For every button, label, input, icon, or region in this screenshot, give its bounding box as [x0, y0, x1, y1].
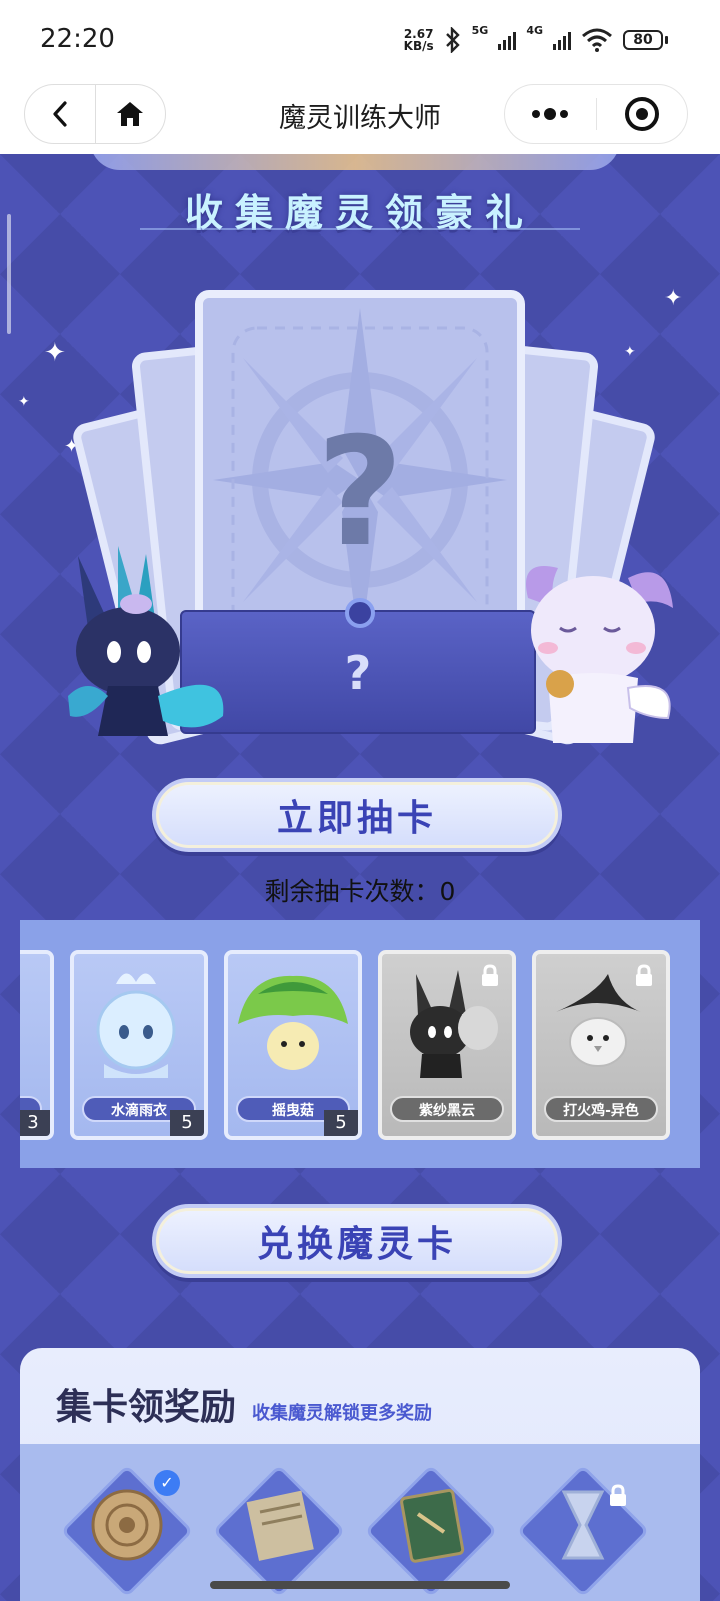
battery-icon: 80: [623, 30, 668, 50]
collection-card[interactable]: 水滴雨衣 5: [70, 950, 208, 1140]
exchange-card-button[interactable]: 兑换魔灵卡: [152, 1204, 562, 1278]
collection-card-count: 5: [170, 1110, 204, 1136]
card-collection-strip[interactable]: 3 水滴雨衣 5 摇曳菇 5 紫纱黑云 打火鸡-异色: [20, 920, 700, 1168]
banner-logo-art: [90, 154, 620, 170]
more-button[interactable]: [505, 85, 596, 143]
collection-card-locked[interactable]: 打火鸡-异色: [532, 950, 670, 1140]
collection-card-count: 3: [20, 1110, 50, 1136]
nav-capsule-right: [504, 84, 688, 144]
raindrop-creature-illustration: [96, 973, 176, 1078]
sparkle-icon: ✦: [18, 394, 30, 410]
card-question-mark: ?: [316, 406, 404, 580]
remaining-draws-count: 0: [439, 877, 456, 906]
rewards-title: 集卡领奖励: [56, 1387, 237, 1428]
home-indicator[interactable]: [210, 1581, 510, 1589]
signal-icon: [553, 30, 571, 50]
envelope-seal: [345, 598, 375, 628]
draw-card-button[interactable]: 立即抽卡: [152, 778, 562, 852]
signal-icon: [498, 30, 517, 50]
signal-5g-label: 5G: [471, 24, 489, 37]
target-icon: [624, 97, 659, 131]
remaining-draws: 剩余抽卡次数：0: [0, 872, 720, 908]
wifi-icon: [582, 28, 612, 52]
collection-card[interactable]: 摇曳菇 5: [224, 950, 362, 1140]
banner-divider: [140, 228, 580, 230]
page-content[interactable]: 收集魔灵领豪礼 ✦ ✦ ✦ ✦ ✦ ✦ ? ?: [0, 154, 720, 1601]
lock-icon: [636, 964, 652, 986]
more-icon: [532, 108, 569, 120]
sparkle-icon: ✦: [624, 344, 636, 360]
dark-fox-creature-illustration: [68, 546, 224, 736]
book-icon: [400, 1488, 465, 1563]
network-speed: 2.67 KB/s: [403, 27, 434, 53]
sparkle-icon: ✦: [44, 338, 66, 368]
rewards-subtitle: 收集魔灵解锁更多奖励: [252, 1403, 433, 1424]
collection-card-label: 紫纱黑云: [390, 1096, 504, 1122]
collection-card-label: 打火鸡-异色: [544, 1096, 658, 1122]
status-icons: 2.67 KB/s 5G 4G 80: [403, 24, 668, 54]
rewards-header: 集卡领奖励 收集魔灵解锁更多奖励: [56, 1378, 432, 1430]
close-miniprogram-button[interactable]: [597, 85, 688, 143]
status-bar: 22:20 2.67 KB/s 5G 4G 80: [0, 0, 720, 80]
bluetooth-icon: [445, 27, 460, 53]
claimed-check-icon: ✓: [154, 1470, 180, 1496]
white-sheep-creature-illustration: [526, 566, 673, 743]
lock-icon: [610, 1484, 626, 1506]
status-time: 22:20: [40, 24, 115, 54]
sparkle-icon: ✦: [664, 286, 683, 311]
collection-card-locked[interactable]: 紫纱黑云: [378, 950, 516, 1140]
battery-level: 80: [623, 30, 663, 50]
remaining-draws-label: 剩余抽卡次数：: [264, 877, 440, 906]
signal-4g-label: 4G: [526, 24, 543, 37]
lock-icon: [482, 964, 498, 986]
mushroom-creature-illustration: [238, 975, 348, 1070]
mini-program-nav-bar: 魔灵训练大师: [0, 80, 720, 154]
scroll-icon: [246, 1490, 314, 1561]
collection-card[interactable]: 3: [20, 950, 54, 1140]
collection-card-count: 5: [324, 1110, 358, 1136]
rewards-panel: 集卡领奖励 收集魔灵解锁更多奖励 ✓: [20, 1348, 700, 1601]
rewards-list: ✓: [20, 1444, 700, 1601]
